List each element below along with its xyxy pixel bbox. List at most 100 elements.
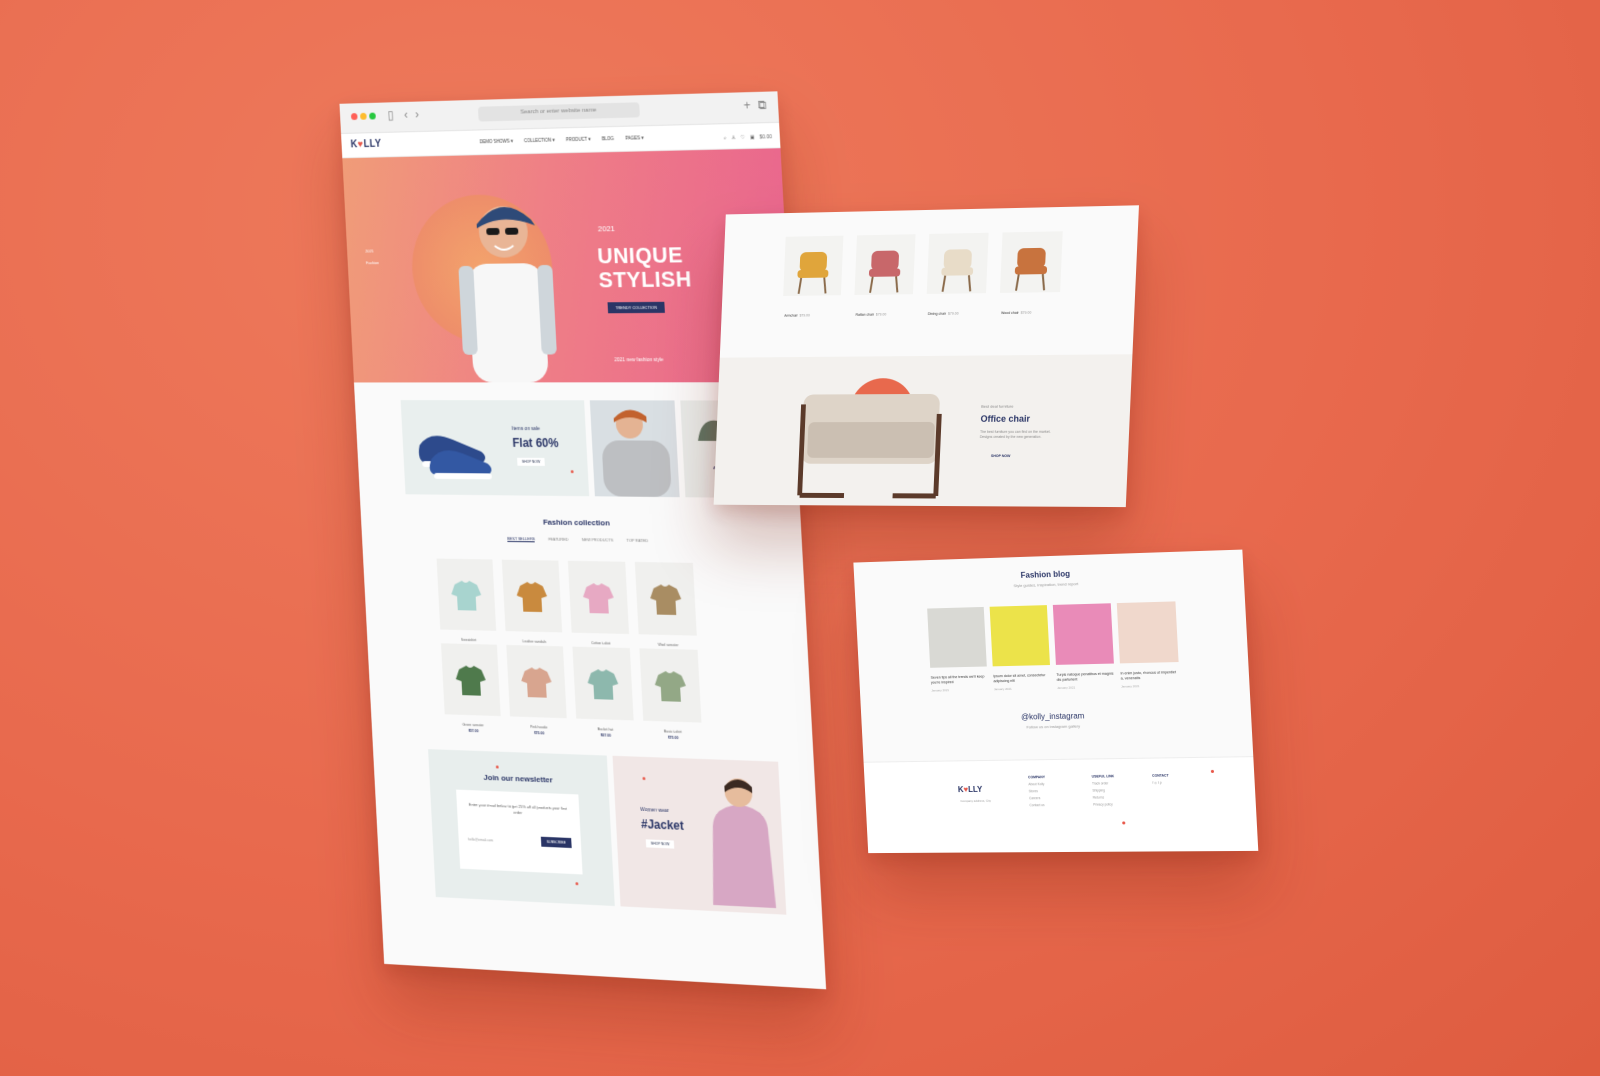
- menu-item-collection[interactable]: COLLECTION ▾: [524, 137, 555, 144]
- product-card[interactable]: Wool sweater$87.00: [634, 561, 697, 653]
- jacket-banner[interactable]: Women wear #Jacket SHOP NOW: [612, 755, 787, 915]
- tab-best-sellers[interactable]: BEST SELLERS: [507, 535, 536, 543]
- cart-icon[interactable]: ▣: [750, 135, 755, 141]
- sidebar-icon[interactable]: ▯: [387, 108, 394, 122]
- footer-link[interactable]: Privacy policy: [1093, 802, 1113, 806]
- chair-name[interactable]: Dining chair: [928, 312, 946, 316]
- blog-post-title[interactable]: Seven tips all the trends we'll keep you…: [931, 674, 988, 685]
- office-chair-image: [786, 384, 956, 504]
- footer-company-column: COMPANY About Kolly Stores Careers Conta…: [1028, 774, 1047, 809]
- chair-image: [935, 249, 981, 294]
- menu-item-pages[interactable]: PAGES ▾: [625, 135, 643, 141]
- product-card[interactable]: Pink hoodie $75.00: [506, 644, 567, 735]
- footer-link[interactable]: Stores: [1029, 789, 1038, 793]
- product-thumbnail: [582, 582, 615, 614]
- maximize-window-icon[interactable]: [369, 112, 376, 120]
- blog-post-card[interactable]: Turpis natoque penatibus et magnis dis p…: [1052, 603, 1115, 690]
- product-thumbnail: [586, 668, 620, 700]
- office-tag: Best deal furniture: [981, 403, 1014, 409]
- sale-banner[interactable]: Items on sale Flat 60% SHOP NOW: [400, 400, 590, 497]
- footer-link[interactable]: Careers: [1029, 796, 1040, 800]
- decor-dot: [642, 776, 646, 781]
- menu-item-blog[interactable]: BLOG: [602, 136, 614, 142]
- office-chair-banner[interactable]: Best deal furniture Office chair The bes…: [713, 354, 1133, 508]
- jacket-shop-button[interactable]: SHOP NOW: [645, 839, 675, 849]
- product-image: [501, 559, 563, 633]
- footer-link[interactable]: Returns: [1093, 795, 1104, 799]
- blog-post-card[interactable]: In enim justo, rhoncus ut imperdiet a, v…: [1116, 601, 1180, 689]
- tab-featured[interactable]: FEATURED: [548, 537, 568, 543]
- subscribe-button[interactable]: SUBSCRIBE: [540, 836, 572, 849]
- blog-post-title[interactable]: Ipsum dolor sit amet, consectetur adipis…: [993, 673, 1051, 684]
- chair-name[interactable]: Wood chair: [1001, 311, 1019, 315]
- footer-link[interactable]: Shipping: [1092, 788, 1105, 792]
- chair-price: $79.00: [947, 311, 959, 316]
- minimize-window-icon[interactable]: [360, 112, 367, 120]
- blog-post-card[interactable]: Seven tips all the trends we'll keep you…: [927, 606, 988, 693]
- jacket-model-image: [707, 777, 777, 909]
- product-name[interactable]: Cotton t-shirt: [572, 641, 630, 646]
- chair-name[interactable]: Armchair: [784, 314, 798, 318]
- footer-logo[interactable]: K♥LLY: [958, 785, 983, 794]
- product-card[interactable]: Basic t-shirt $75.00: [639, 648, 702, 740]
- site-logo[interactable]: K♥LLY: [350, 139, 381, 150]
- chair-card[interactable]: [783, 235, 844, 297]
- header-actions: ⌕ ♙ ♡ ▣ $0.00: [724, 134, 773, 141]
- side-label: Fashion: [365, 260, 380, 266]
- product-card[interactable]: Bucket hat $67.00: [572, 646, 634, 738]
- newsletter-title: Join our newsletter: [483, 772, 553, 785]
- cart-total[interactable]: $0.00: [759, 134, 772, 140]
- newsletter-description: Enter your email below to get 25% off al…: [468, 801, 568, 816]
- search-icon[interactable]: ⌕: [724, 135, 727, 141]
- chair-name[interactable]: Rattan chair: [855, 313, 874, 317]
- decor-dot: [495, 765, 499, 769]
- product-card[interactable]: Sweatshirt$75.00: [436, 558, 497, 648]
- footer-link[interactable]: Contact us: [1029, 803, 1044, 807]
- product-thumbnail: [455, 665, 487, 696]
- wishlist-icon[interactable]: ♡: [741, 135, 746, 141]
- product-image: [436, 558, 497, 631]
- footer-link[interactable]: Track order: [1092, 781, 1108, 785]
- chair-label: Armchair $79.00: [784, 313, 855, 318]
- blog-post-title[interactable]: In enim justo, rhoncus ut imperdiet a, v…: [1120, 670, 1179, 681]
- product-name[interactable]: Leather sandals: [506, 639, 563, 644]
- sale-shop-button[interactable]: SHOP NOW: [517, 457, 546, 466]
- tabs-overview-icon[interactable]: ⧉: [757, 98, 766, 113]
- close-window-icon[interactable]: [350, 113, 358, 121]
- chair-price: $79.00: [875, 312, 887, 317]
- main-menu: DEMO SHOWS ▾ COLLECTION ▾ PRODUCT ▾ BLOG…: [480, 135, 644, 145]
- chair-label: Wood chair $79.00: [1001, 310, 1075, 315]
- forward-icon[interactable]: ›: [415, 107, 419, 121]
- chair-price: $79.00: [1020, 310, 1032, 315]
- pinterest-icon[interactable]: p: [1160, 781, 1162, 785]
- email-field[interactable]: hello@email.com: [468, 837, 493, 842]
- address-bar[interactable]: Search or enter website name: [477, 102, 640, 122]
- product-card[interactable]: Leather sandals$75.00: [501, 559, 563, 650]
- back-icon[interactable]: ‹: [404, 108, 408, 122]
- trendy-collection-button[interactable]: TRENDY COLLECTION: [607, 301, 665, 314]
- blog-post-title[interactable]: Turpis natoque penatibus et magnis dis p…: [1056, 672, 1114, 683]
- hoodie-banner[interactable]: [589, 400, 680, 498]
- tab-top-rated[interactable]: TOP RATED: [626, 538, 648, 544]
- new-tab-icon[interactable]: +: [743, 98, 751, 112]
- product-thumbnail: [649, 584, 683, 616]
- chair-card[interactable]: [854, 234, 916, 295]
- blog-post-image: [1052, 603, 1114, 665]
- chair-card[interactable]: [926, 232, 989, 294]
- product-card[interactable]: Cotton t-shirt$58.00: [567, 560, 630, 651]
- collection-title: Fashion collection: [542, 517, 611, 528]
- jacket-tag: Women wear: [640, 806, 669, 815]
- hero-title-line: STYLISH: [598, 266, 693, 293]
- footer-link[interactable]: About Kolly: [1028, 782, 1044, 786]
- product-thumbnail: [516, 581, 548, 613]
- tab-new-products[interactable]: NEW PRODUCTS: [582, 537, 614, 543]
- product-name[interactable]: Sweatshirt: [441, 637, 497, 642]
- menu-item-product[interactable]: PRODUCT ▾: [566, 137, 591, 144]
- office-shop-button[interactable]: SHOP NOW: [991, 454, 1011, 458]
- menu-item-demo[interactable]: DEMO SHOWS ▾: [480, 139, 513, 146]
- user-icon[interactable]: ♙: [731, 135, 736, 141]
- product-name[interactable]: Wool sweater: [639, 642, 697, 648]
- chair-card[interactable]: [999, 231, 1063, 293]
- blog-post-card[interactable]: Ipsum dolor sit amet, consectetur adipis…: [989, 605, 1052, 691]
- product-card[interactable]: Green sweater $57.00: [441, 643, 501, 733]
